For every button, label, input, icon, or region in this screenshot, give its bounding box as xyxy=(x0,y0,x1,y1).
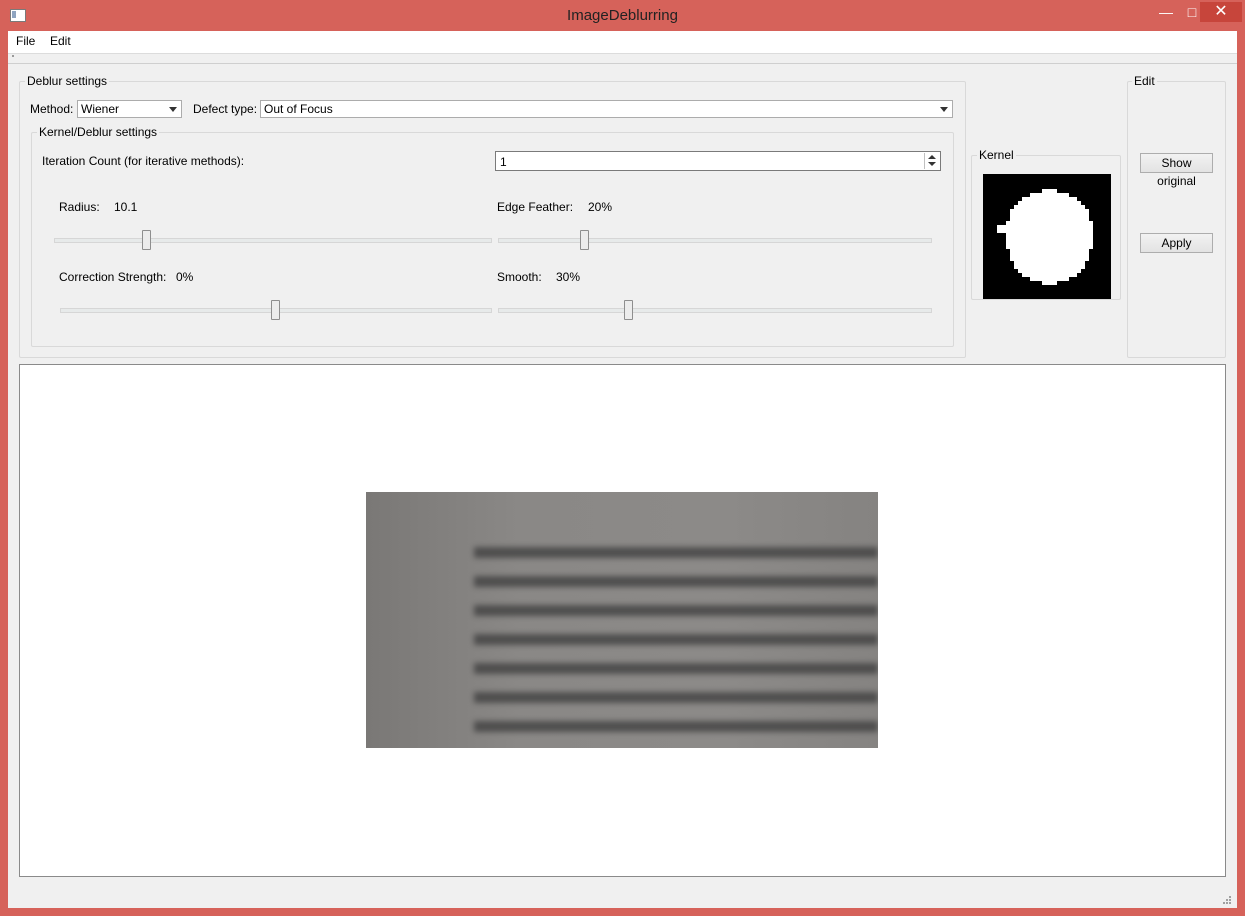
smooth-value: 30% xyxy=(556,270,581,284)
kernel-deblur-settings-title: Kernel/Deblur settings xyxy=(37,125,160,139)
show-original-button[interactable]: Show original xyxy=(1140,153,1213,188)
toolbar-grip-icon[interactable] xyxy=(12,55,14,57)
smooth-slider-track[interactable] xyxy=(498,308,932,313)
radius-slider-handle[interactable] xyxy=(141,230,151,250)
radius-value: 10.1 xyxy=(114,200,138,214)
image-view[interactable] xyxy=(19,364,1226,877)
method-combobox[interactable]: Wiener xyxy=(77,100,182,118)
spin-down-icon[interactable] xyxy=(928,162,936,166)
defect-type-combobox[interactable]: Out of Focus xyxy=(260,100,953,118)
correction-strength-slider-handle[interactable] xyxy=(271,300,280,320)
correction-strength-value: 0% xyxy=(176,270,194,284)
correction-strength-label: Correction Strength: xyxy=(59,270,167,284)
iteration-count-spinbox[interactable]: 1 xyxy=(495,151,941,171)
defect-type-label: Defect type: xyxy=(193,102,258,116)
menu-file[interactable]: File xyxy=(16,34,35,48)
iteration-count-value: 1 xyxy=(500,155,507,169)
method-value: Wiener xyxy=(81,102,120,116)
blurred-document-image xyxy=(366,492,878,748)
iteration-count-label: Iteration Count (for iterative methods): xyxy=(42,154,245,168)
toolbar-area xyxy=(8,54,1237,64)
edit-group-title: Edit xyxy=(1132,74,1157,88)
method-label: Method: xyxy=(30,102,74,116)
edge-feather-slider-handle[interactable] xyxy=(580,230,590,250)
main-window-client: File Edit Deblur settings Method: Wiener… xyxy=(8,31,1237,908)
defect-type-value: Out of Focus xyxy=(264,102,333,116)
chevron-down-icon xyxy=(940,107,948,112)
chevron-down-icon xyxy=(169,107,177,112)
kernel-title: Kernel xyxy=(977,148,1016,162)
edge-feather-label: Edge Feather: xyxy=(497,200,574,214)
menu-edit[interactable]: Edit xyxy=(50,34,71,48)
resize-grip-icon[interactable] xyxy=(1222,895,1232,905)
smooth-slider-handle[interactable] xyxy=(623,300,633,320)
spin-buttons[interactable] xyxy=(924,153,939,169)
smooth-label: Smooth: xyxy=(497,270,542,284)
edge-feather-slider-track[interactable] xyxy=(498,238,932,243)
window-title: ImageDeblurring xyxy=(567,7,678,24)
kernel-preview-image xyxy=(983,174,1111,299)
radius-label: Radius: xyxy=(59,200,100,214)
spin-up-icon[interactable] xyxy=(928,155,936,159)
kernel-disk-shape xyxy=(997,189,1093,285)
menu-bar: File Edit xyxy=(8,31,1237,54)
edge-feather-value: 20% xyxy=(588,200,613,214)
deblur-settings-title: Deblur settings xyxy=(25,74,110,88)
radius-slider-track[interactable] xyxy=(54,238,492,243)
close-button[interactable]: ✕ xyxy=(1200,2,1242,22)
apply-button[interactable]: Apply xyxy=(1140,233,1213,253)
edit-group xyxy=(1127,81,1226,358)
